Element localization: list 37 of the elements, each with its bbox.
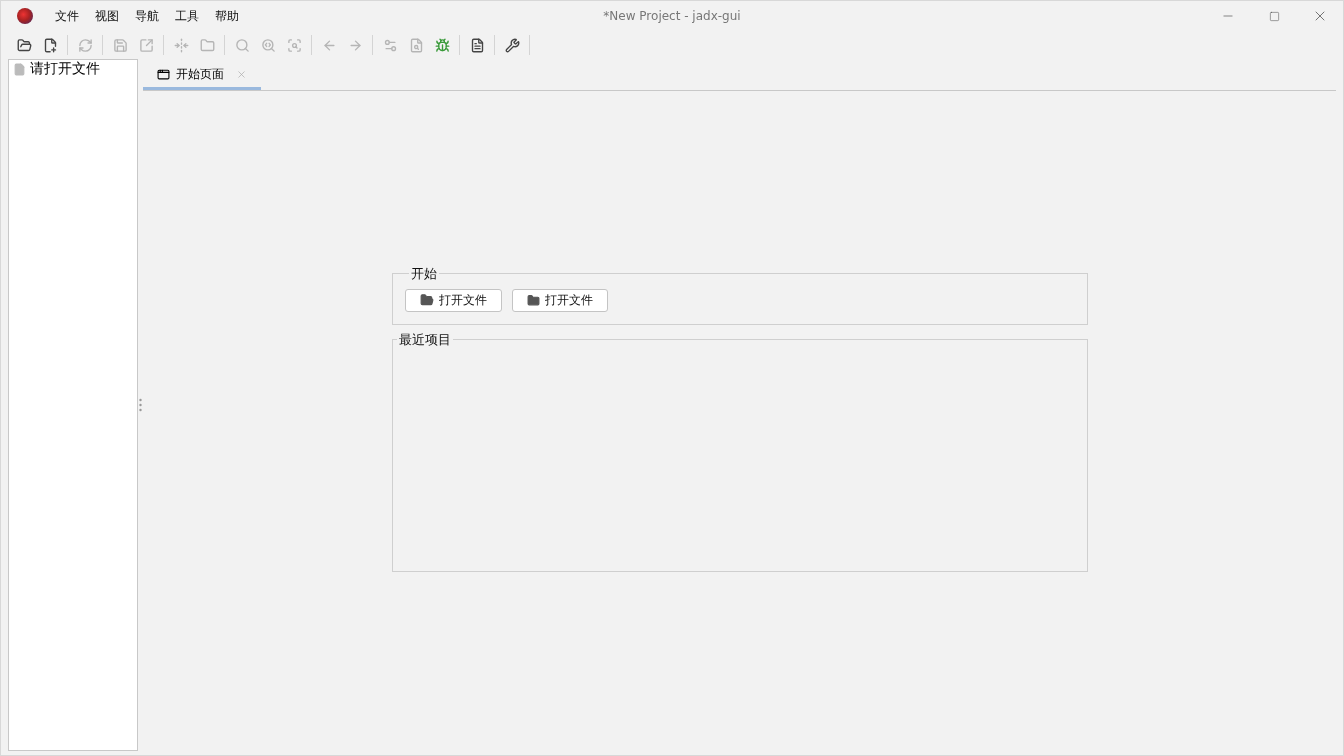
app-logo-icon: [17, 8, 33, 24]
folder-open-icon: [419, 293, 434, 307]
tab-icon: [157, 67, 170, 81]
open-file-button[interactable]: 打开文件: [511, 288, 608, 312]
menu-item[interactable]: 视图: [87, 7, 127, 25]
window-title: *New Project - jadx-gui: [603, 9, 741, 23]
file-icon: [13, 62, 26, 76]
file-plus-icon: [42, 37, 58, 53]
export-icon: [138, 37, 154, 53]
refresh-icon: [77, 37, 93, 53]
search-icon: [234, 37, 250, 53]
open-file-button[interactable]: 打开文件: [404, 288, 502, 312]
document-icon: [469, 37, 485, 53]
tab[interactable]: 开始页面: [143, 61, 261, 90]
menu-item[interactable]: 导航: [127, 7, 167, 25]
settings-icon: [382, 37, 398, 53]
tree-item[interactable]: 请打开文件: [30, 60, 100, 78]
tab-label: 开始页面: [176, 65, 224, 83]
search-code-icon: [260, 37, 276, 53]
group-title: 开始: [409, 264, 438, 283]
menu-item[interactable]: 文件: [47, 7, 87, 25]
maximize-icon: [1268, 10, 1280, 22]
search-target-icon: [286, 37, 302, 53]
group-title: 最近项目: [397, 330, 452, 349]
close-icon[interactable]: [236, 68, 247, 80]
arrow-right-icon: [347, 37, 363, 53]
file-search-icon: [408, 37, 424, 53]
menu-item[interactable]: 帮助: [207, 7, 247, 25]
collapse-icon: [173, 37, 189, 53]
wrench-icon: [504, 37, 520, 53]
menu-item[interactable]: 工具: [167, 7, 207, 25]
folder-icon: [199, 37, 215, 53]
folder-open-icon: [16, 37, 32, 53]
bug-icon: [434, 37, 450, 53]
save-icon: [112, 37, 128, 53]
folder-icon: [526, 293, 540, 307]
splitter-handle-icon[interactable]: [139, 398, 142, 412]
